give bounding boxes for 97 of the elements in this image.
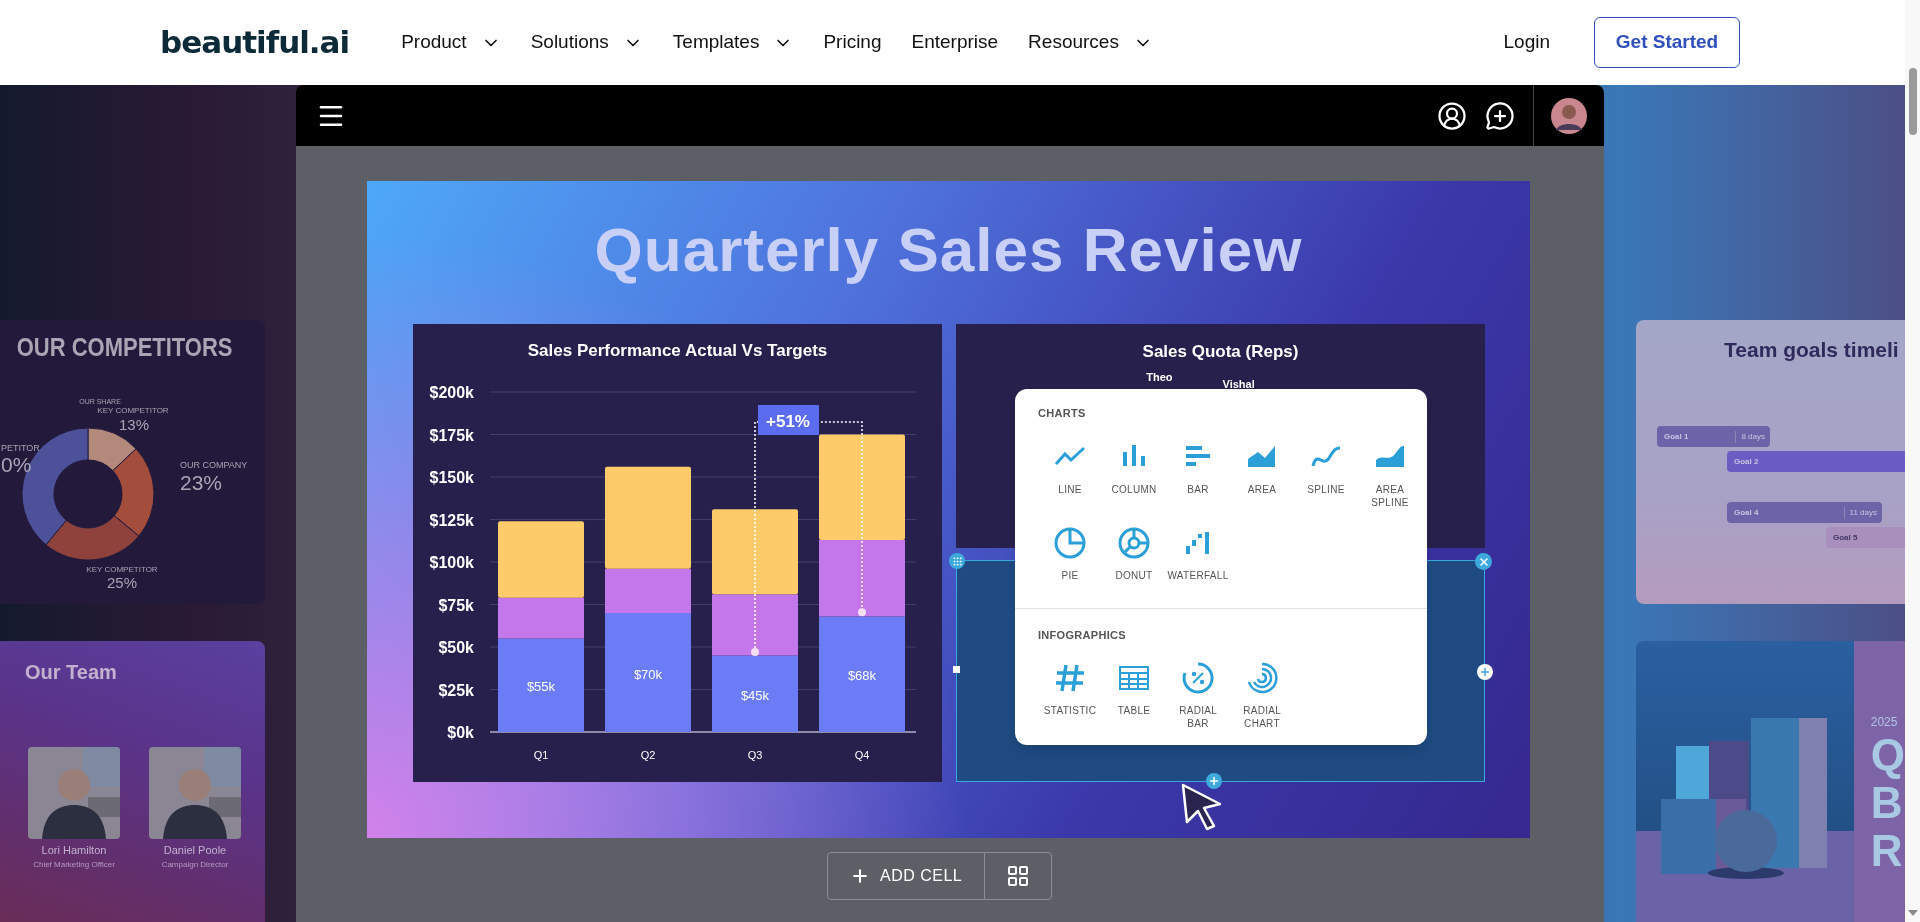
slide-thumbnail[interactable]: Team goals timeli Goal 1 8 days Goal 2 Goal 4 11 days Goal 5 <box>1636 320 1905 604</box>
add-below-button[interactable] <box>1206 773 1222 789</box>
card-title: Our Team <box>25 660 117 685</box>
nav-link[interactable]: Enterprise <box>911 28 999 57</box>
rep-label: Vishal <box>1222 376 1255 392</box>
chart-type-option[interactable]: RADIAL CHART <box>1230 661 1294 735</box>
y-axis-label: $0k <box>447 724 474 741</box>
plus-icon <box>850 866 870 886</box>
chart-type-option[interactable]: AREA <box>1230 439 1294 514</box>
annotation-label: +51% <box>766 412 810 431</box>
member-name: Daniel Poole <box>163 843 227 858</box>
value-label: $45k <box>740 687 770 703</box>
slide-thumbnail[interactable]: Our Team Lori Hamilton Chief Marketing Officer Daniel Poole Campaign Director <box>0 641 265 922</box>
scrollbar-thumb[interactable] <box>1908 68 1917 135</box>
y-axis-label: $25k <box>438 681 474 699</box>
get-started-button[interactable]: Get Started <box>1594 17 1740 68</box>
comment-add-icon[interactable] <box>1485 100 1515 131</box>
chart-value: 25% <box>107 574 137 591</box>
chart-value: 23% <box>180 471 223 494</box>
nav-link[interactable]: Templates <box>672 28 794 57</box>
avatar[interactable] <box>1551 97 1587 134</box>
nav-link[interactable]: Resources <box>1028 28 1153 57</box>
y-axis-label: $150k <box>429 469 474 486</box>
nav-link[interactable]: Product <box>401 28 501 57</box>
x-axis-label: Q4 <box>854 749 870 761</box>
goal-label: Goal 1 <box>1664 430 1689 443</box>
chart-label: KEY COMPETITOR <box>97 406 169 415</box>
y-axis-label: $175k <box>429 426 474 444</box>
title-letter: R <box>1870 827 1904 875</box>
chart-type-option[interactable]: RADIAL BAR <box>1166 661 1230 735</box>
card-title: Team goals timeli <box>1724 337 1899 363</box>
chart-title: OUR COMPETITORS <box>16 333 233 362</box>
value-label: $70k <box>633 666 663 682</box>
add-right-button[interactable] <box>1477 664 1493 680</box>
scroll-down-icon[interactable] <box>1907 910 1918 916</box>
nav-link[interactable]: Solutions <box>530 28 643 57</box>
year-label: 2025 <box>1870 714 1899 731</box>
user-icon[interactable] <box>1437 100 1467 131</box>
goal-label: Goal 5 <box>1833 531 1858 544</box>
rep-label: Theo <box>1146 369 1173 385</box>
slide-title: Quarterly Sales Review <box>594 219 1303 286</box>
radial-chart-icon <box>1245 661 1279 695</box>
section-heading: INFOGRAPHICS <box>1038 627 1127 643</box>
member-name: Lori Hamilton <box>41 843 107 858</box>
cursor-icon <box>1180 782 1224 832</box>
chart-value: 13% <box>119 416 149 433</box>
title-letter: Q <box>1870 731 1905 779</box>
chart-title: Sales Performance Actual Vs Targets <box>527 340 828 362</box>
chart-type-option[interactable]: DONUT <box>1102 525 1166 600</box>
scrollbar[interactable] <box>1905 0 1920 922</box>
chart-type-option[interactable]: COLUMN <box>1102 439 1166 514</box>
pie-chart-icon <box>1053 525 1087 560</box>
chart-type-option[interactable]: SPLINE <box>1294 439 1358 514</box>
y-axis-label: $200k <box>429 384 474 401</box>
y-axis-label: $125k <box>429 511 474 529</box>
plus-icon <box>1479 666 1491 678</box>
title-letter: B <box>1870 779 1904 827</box>
goal-duration: 8 days <box>1735 430 1770 443</box>
goal-label: Goal 4 <box>1734 506 1759 519</box>
x-axis-label: Q2 <box>640 749 656 761</box>
x-axis-label: Q1 <box>533 749 549 761</box>
chart-value: 0% <box>1 453 32 476</box>
chart-type-option[interactable]: PIE <box>1038 525 1102 600</box>
chart-type-option[interactable]: TABLE <box>1102 661 1166 735</box>
annotation-background <box>758 405 819 435</box>
member-role: Campaign Director <box>161 858 229 871</box>
y-axis-label: $50k <box>438 639 474 656</box>
x-axis-label: Q3 <box>747 749 763 761</box>
value-label: $68k <box>847 668 877 684</box>
grip-icon <box>951 555 963 567</box>
chart-label: KEY COMPETITOR <box>86 565 158 574</box>
chart-type-option[interactable]: STATISTIC <box>1038 661 1102 735</box>
close-icon <box>1477 555 1490 568</box>
section-heading: CHARTS <box>1038 406 1087 421</box>
resize-handle[interactable] <box>953 666 960 673</box>
plus-icon <box>1208 775 1220 787</box>
close-button[interactable] <box>1475 553 1492 570</box>
radial-bar-icon <box>1181 661 1215 695</box>
goal-duration: 11 days <box>1843 506 1882 519</box>
chart-title: Sales Quota (Reps) <box>1142 341 1299 363</box>
y-axis-label: $100k <box>429 554 474 571</box>
member-role: Chief Marketing Officer <box>33 858 115 871</box>
logo[interactable]: beautiful.ai <box>160 19 350 66</box>
chart-label: PETITOR <box>1 443 40 453</box>
chart-type-option[interactable]: WATERFALL <box>1166 525 1230 600</box>
goal-label: Goal 2 <box>1734 455 1759 468</box>
chart-type-option[interactable]: LINE <box>1038 439 1102 514</box>
grid-icon <box>1006 864 1031 888</box>
y-axis-label: $75k <box>438 596 474 614</box>
value-label: $55k <box>526 679 556 695</box>
nav-link[interactable]: Pricing <box>823 28 882 57</box>
drag-handle[interactable] <box>949 553 965 569</box>
chart-type-option[interactable]: AREA SPLINE <box>1358 439 1422 514</box>
chart-type-option[interactable]: BAR <box>1166 439 1230 514</box>
login-link[interactable]: Login <box>1503 28 1550 57</box>
chart-label: OUR COMPANY <box>180 460 248 470</box>
donut-chart-icon <box>1117 525 1151 560</box>
